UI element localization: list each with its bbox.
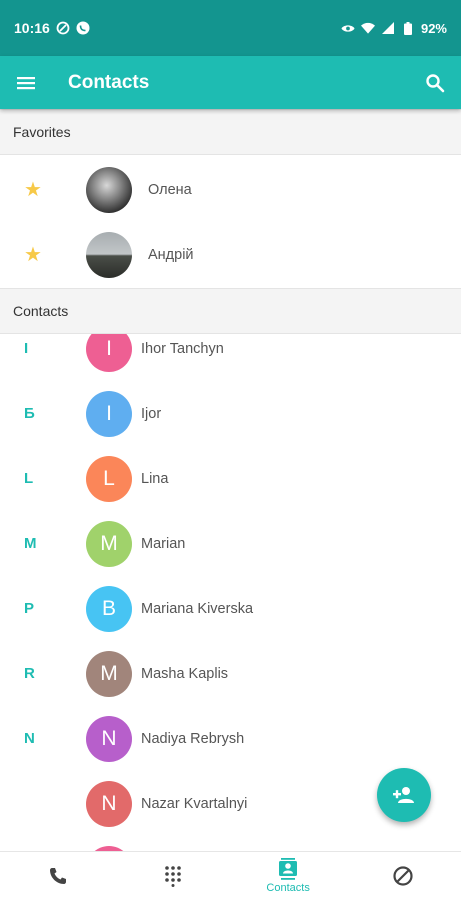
favorite-lead: ★: [0, 157, 86, 222]
contact-row-partial[interactable]: [0, 836, 461, 851]
contact-name: Nadiya Rebrysh: [141, 730, 245, 747]
star-icon: ★: [24, 179, 42, 201]
section-letter: I: [24, 340, 29, 357]
signal-icon: [381, 21, 395, 35]
data-saver-icon: [56, 21, 70, 35]
favorite-row-olena[interactable]: ★ Олена: [0, 157, 461, 222]
search-icon[interactable]: [423, 71, 447, 95]
contact-row[interactable]: I I Ihor Tanchyn: [0, 334, 461, 381]
section-letter: R: [24, 665, 35, 682]
section-letter: [0, 836, 86, 851]
app-bar: Contacts: [0, 56, 461, 109]
contacts-icon: [278, 858, 298, 880]
favorite-name: Андрій: [148, 246, 194, 263]
whatsapp-icon: [76, 21, 90, 35]
avatar: M: [86, 520, 132, 567]
avatar: L: [86, 455, 132, 502]
status-left: 10:16: [14, 20, 90, 36]
bottom-nav: Contacts: [0, 851, 461, 900]
contact-name: Marian: [141, 535, 186, 552]
add-person-icon: [392, 785, 416, 805]
page-title: Contacts: [68, 71, 150, 93]
tab-phone[interactable]: [0, 852, 115, 900]
contact-name: Nazar Kvartalnyi: [141, 795, 248, 812]
tab-contacts-label: Contacts: [266, 882, 310, 894]
favorite-lead: ★: [0, 222, 86, 287]
section-letter: [0, 771, 86, 836]
contact-name: Ihor Tanchyn: [141, 340, 224, 357]
section-letter: L: [24, 470, 34, 487]
contact-row[interactable]: Б I Ijor: [0, 381, 461, 446]
phone-icon: [48, 866, 68, 886]
contact-row[interactable]: M M Marian: [0, 511, 461, 576]
avatar: I: [86, 390, 132, 437]
section-letter: M: [24, 535, 37, 552]
favorite-name: Олена: [148, 181, 192, 198]
avatar: B: [86, 585, 132, 632]
section-letter: N: [24, 730, 35, 747]
contact-row[interactable]: N N Nadiya Rebrysh: [0, 706, 461, 771]
section-letter: Б: [24, 405, 35, 422]
menu-icon[interactable]: [14, 71, 38, 95]
avatar: I: [86, 334, 132, 372]
avatar: N: [86, 715, 132, 762]
contact-name: Masha Kaplis: [141, 665, 229, 682]
blocked-icon: [392, 865, 414, 887]
dialpad-icon: [164, 865, 182, 887]
avatar: N: [86, 780, 132, 827]
section-letter: P: [24, 600, 35, 617]
battery-icon: [401, 21, 415, 35]
star-icon: ★: [24, 244, 42, 266]
contact-row[interactable]: L L Lina: [0, 446, 461, 511]
contact-row[interactable]: R M Masha Kaplis: [0, 641, 461, 706]
contact-name: Lina: [141, 470, 169, 487]
tab-contacts[interactable]: Contacts: [231, 852, 346, 900]
add-contact-button[interactable]: [377, 768, 431, 822]
avatar: [86, 166, 132, 213]
contact-name: Ijor: [141, 405, 162, 422]
eye-icon: [341, 21, 355, 35]
wifi-icon: [360, 21, 375, 35]
contacts-header: Contacts: [0, 288, 461, 334]
avatar: M: [86, 650, 132, 697]
tab-blocked[interactable]: [346, 852, 461, 900]
avatar: [86, 231, 132, 278]
status-time: 10:16: [14, 20, 50, 36]
battery-level: 92%: [420, 20, 447, 36]
status-right: 92%: [341, 21, 447, 36]
favorites-header: Favorites: [0, 109, 461, 155]
tab-dialpad[interactable]: [115, 852, 230, 900]
favorite-row-andriy[interactable]: ★ Андрій: [0, 222, 461, 287]
status-bar: 10:16 92%: [0, 0, 461, 56]
contact-name: Mariana Kiverska: [141, 600, 254, 617]
contact-row[interactable]: P B Mariana Kiverska: [0, 576, 461, 641]
